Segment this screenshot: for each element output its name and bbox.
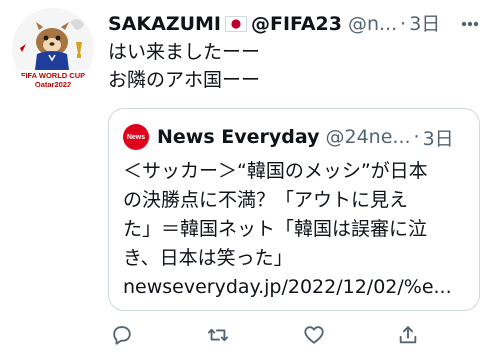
japan-flag-icon	[225, 16, 247, 32]
heart-icon	[304, 326, 324, 344]
tweet-action-bar	[105, 318, 425, 352]
avatar-caption-line1: FIFA WORLD CUP	[21, 71, 85, 80]
reply-button[interactable]	[105, 318, 139, 352]
tweet[interactable]: FIFA WORLD CUP Qatar2022 SAKAZUMI @FIFA2…	[0, 0, 500, 359]
quoted-tweet-body: ＜サッカー＞“韓国のメッシ”が日本 の決勝点に不満？「アウトに見え た」＝韓国ネ…	[123, 157, 473, 302]
separator-dot: ·	[400, 13, 407, 35]
quoted-body-line: の決勝点に不満？「アウトに見え	[123, 189, 409, 211]
user-handle[interactable]: @FIFA23	[251, 10, 342, 38]
quoted-user-handle[interactable]: @24ne...	[326, 126, 411, 148]
share-button[interactable]	[391, 318, 425, 352]
user-handle-secondary[interactable]: @n...	[348, 10, 397, 38]
quoted-body-line: た」＝韓国ネット「韓国は誤審に泣	[123, 218, 428, 240]
reply-icon	[113, 326, 131, 345]
avatar-caption-line2: Qatar2022	[35, 80, 71, 89]
like-button[interactable]	[297, 318, 331, 352]
share-icon	[399, 326, 417, 344]
quoted-body-line: き、日本は笑った」	[123, 247, 293, 269]
tweet-timestamp[interactable]: 3日	[409, 10, 440, 38]
quoted-avatar[interactable]: News	[123, 124, 149, 150]
display-name[interactable]: SAKAZUMI	[108, 10, 221, 38]
more-options-button[interactable]	[455, 10, 485, 38]
quoted-display-name[interactable]: News Everyday	[157, 126, 320, 148]
tweet-body-line: お隣のアホ国ーー	[108, 69, 261, 91]
tweet-header: SAKAZUMI @FIFA23 @n... · 3日	[108, 10, 458, 38]
fifa-world-cup-mascot-avatar: FIFA WORLD CUP Qatar2022	[12, 8, 94, 90]
quoted-tweet-header: News News Everyday @24ne... · 3日	[123, 123, 468, 151]
quoted-timestamp[interactable]: 3日	[423, 124, 454, 151]
avatar[interactable]: FIFA WORLD CUP Qatar2022	[12, 8, 94, 90]
more-horizontal-icon	[461, 21, 479, 27]
quoted-link[interactable]: newseveryday.jp/2022/12/02/%e...	[123, 273, 473, 302]
retweet-button[interactable]	[201, 318, 235, 352]
tweet-body: はい来ましたーー お隣のアホ国ーー	[108, 38, 488, 94]
quoted-separator-dot: ·	[413, 126, 420, 148]
tweet-body-line: はい来ましたーー	[108, 41, 261, 63]
retweet-icon	[207, 328, 229, 342]
quoted-body-line: ＜サッカー＞“韓国のメッシ”が日本	[123, 160, 428, 182]
quoted-avatar-label: News	[126, 133, 146, 141]
quoted-tweet-card[interactable]: News News Everyday @24ne... · 3日 ＜サッカー＞“…	[108, 108, 480, 311]
